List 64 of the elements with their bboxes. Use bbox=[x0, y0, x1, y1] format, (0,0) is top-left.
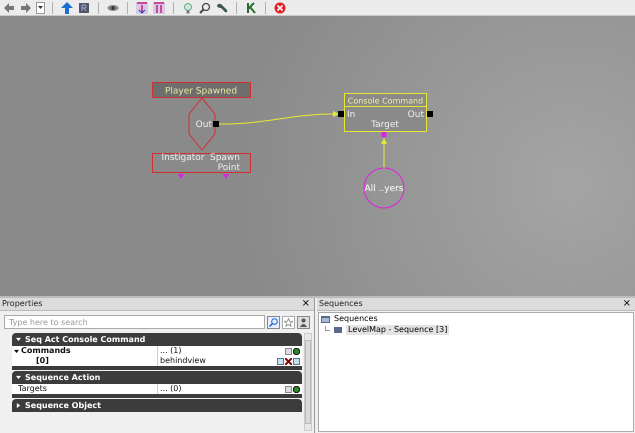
input-label: In bbox=[347, 110, 356, 120]
favorites-button[interactable] bbox=[282, 316, 295, 328]
delete-icon[interactable] bbox=[285, 358, 292, 364]
panel-title: Sequences bbox=[319, 300, 363, 308]
expanded-arrow-icon[interactable] bbox=[14, 348, 19, 354]
variable-node-label: All ..yers bbox=[364, 184, 404, 194]
variable-label: Target bbox=[371, 120, 399, 130]
folder-icon bbox=[321, 316, 330, 322]
variable-label: Spawn Point bbox=[210, 153, 240, 173]
up-arrow-icon[interactable] bbox=[60, 0, 74, 14]
expanded-arrow-icon[interactable] bbox=[16, 375, 21, 380]
tree-item[interactable]: LevelMap - Sequence [3] bbox=[346, 325, 450, 335]
align-top-icon[interactable] bbox=[135, 0, 149, 14]
close-button[interactable]: × bbox=[300, 299, 312, 309]
event-node[interactable] bbox=[152, 82, 251, 173]
node-title: Player Spawned bbox=[164, 86, 238, 96]
property-value: behindview bbox=[159, 357, 207, 365]
insert-icon[interactable] bbox=[277, 358, 284, 364]
action-node[interactable] bbox=[344, 93, 427, 132]
category-header[interactable]: Seq Act Console Command bbox=[12, 333, 302, 346]
property-name: Targets bbox=[17, 385, 47, 393]
star-icon bbox=[284, 318, 293, 326]
output-label: Out bbox=[196, 120, 212, 130]
letter-r-icon[interactable] bbox=[77, 0, 91, 14]
property-name: Commands bbox=[21, 347, 71, 355]
search-icon bbox=[269, 318, 278, 326]
expanded-arrow-icon[interactable] bbox=[16, 337, 21, 342]
property-value: ... (1) bbox=[159, 347, 183, 355]
options-button[interactable] bbox=[297, 316, 310, 328]
back-arrow-icon[interactable] bbox=[2, 0, 16, 14]
caret-icon bbox=[38, 6, 43, 9]
property-name: [0] bbox=[36, 357, 49, 365]
category-header[interactable]: Sequence Action bbox=[12, 371, 302, 384]
align-bottom-icon[interactable] bbox=[152, 0, 166, 14]
input-connector[interactable] bbox=[338, 111, 344, 117]
add-icon[interactable] bbox=[293, 348, 300, 354]
scrollbar[interactable] bbox=[304, 333, 312, 431]
property-value: ... (0) bbox=[159, 385, 183, 393]
wrench-icon[interactable] bbox=[215, 0, 229, 14]
output-label: Out bbox=[408, 110, 424, 120]
tree-item[interactable]: Sequences bbox=[334, 315, 378, 323]
duplicate-icon[interactable] bbox=[293, 358, 300, 364]
close-button[interactable]: × bbox=[620, 299, 633, 309]
dropdown-button[interactable] bbox=[36, 2, 45, 14]
search-button[interactable] bbox=[267, 316, 280, 328]
letter-k-icon[interactable] bbox=[244, 0, 258, 14]
link-arrow bbox=[381, 138, 387, 170]
node-title: Console Command bbox=[348, 96, 424, 106]
category-title: Seq Act Console Command bbox=[25, 336, 146, 344]
add-icon[interactable] bbox=[293, 386, 300, 392]
forward-arrow-icon[interactable] bbox=[19, 0, 33, 14]
variable-node[interactable] bbox=[364, 168, 404, 208]
panel-title: Properties bbox=[2, 300, 42, 308]
search-icon[interactable] bbox=[198, 0, 212, 14]
search-field[interactable]: Type here to search bbox=[4, 315, 265, 329]
sequence-icon bbox=[334, 327, 342, 333]
variable-label: Instigator bbox=[161, 153, 205, 163]
lightbulb-icon[interactable] bbox=[181, 0, 195, 14]
person-icon bbox=[299, 318, 308, 326]
category-header[interactable]: Sequence Object bbox=[12, 399, 302, 412]
collapsed-arrow-icon[interactable] bbox=[16, 403, 21, 408]
close-icon[interactable] bbox=[273, 0, 287, 14]
category-title: Sequence Object bbox=[25, 402, 101, 410]
category-title: Sequence Action bbox=[25, 374, 100, 382]
